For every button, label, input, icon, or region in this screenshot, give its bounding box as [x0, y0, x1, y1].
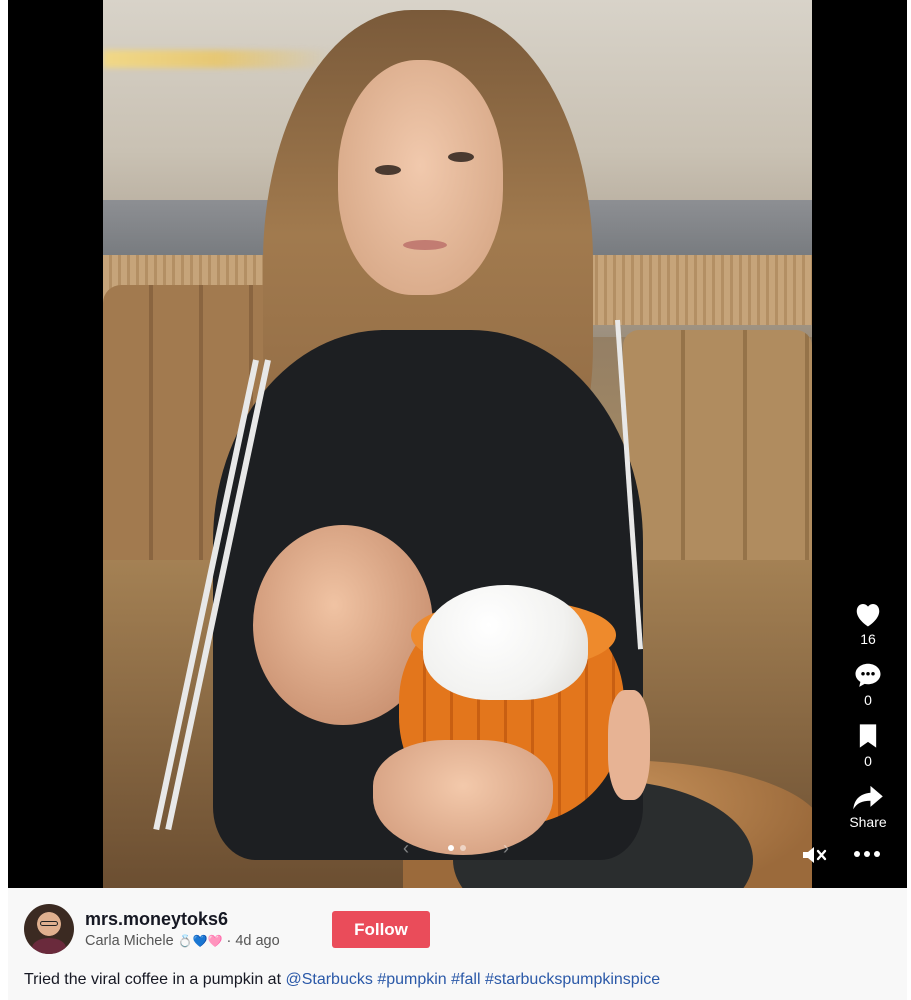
like-button[interactable]: 16: [853, 600, 883, 647]
caption-text: Tried the viral coffee in a pumpkin at: [24, 971, 286, 988]
display-name-emojis: 💍💙🩷: [177, 934, 223, 948]
comment-count: 0: [864, 692, 872, 708]
share-label: Share: [849, 814, 887, 830]
post-time: 4d ago: [235, 933, 280, 949]
more-options-button[interactable]: [852, 846, 882, 864]
bookmark-button[interactable]: 0: [855, 722, 881, 769]
follow-button[interactable]: Follow: [332, 911, 430, 948]
mention-link[interactable]: @Starbucks: [285, 971, 372, 988]
avatar[interactable]: [24, 904, 74, 954]
like-count: 16: [860, 631, 876, 647]
post-photo: [103, 0, 812, 888]
speaker-muted-icon: [803, 847, 827, 863]
post-info-panel: mrs.moneytoks6 Carla Michele 💍💙🩷 · 4d ag…: [8, 888, 907, 1000]
post-caption: Tried the viral coffee in a pumpkin at @…: [24, 971, 660, 989]
comment-button[interactable]: 0: [853, 661, 883, 708]
more-dots-icon: [854, 851, 880, 857]
mute-button[interactable]: [801, 844, 827, 871]
carousel-indicator: [448, 845, 466, 851]
carousel-dot[interactable]: [448, 845, 454, 851]
hashtag-link[interactable]: #starbuckspumpkinspice: [485, 971, 660, 988]
carousel-dot[interactable]: [460, 845, 466, 851]
comment-bubble-icon: [855, 663, 881, 687]
share-button[interactable]: Share: [849, 783, 887, 830]
video-player[interactable]: ‹ ›: [8, 0, 907, 888]
bookmark-icon: [859, 724, 877, 748]
separator: ·: [226, 933, 232, 949]
share-arrow-icon: [853, 785, 883, 810]
action-bar: 16 0 0 Share: [840, 600, 896, 844]
hashtag-link[interactable]: #pumpkin: [377, 971, 446, 988]
hashtag-link[interactable]: #fall: [451, 971, 480, 988]
author-subline: Carla Michele 💍💙🩷 · 4d ago: [85, 933, 280, 949]
chevron-right-icon[interactable]: ›: [503, 838, 509, 859]
username[interactable]: mrs.moneytoks6: [85, 909, 228, 930]
chevron-left-icon[interactable]: ‹: [403, 838, 409, 859]
bookmark-count: 0: [864, 753, 872, 769]
display-name: Carla Michele: [85, 933, 174, 949]
heart-icon: [856, 604, 880, 627]
